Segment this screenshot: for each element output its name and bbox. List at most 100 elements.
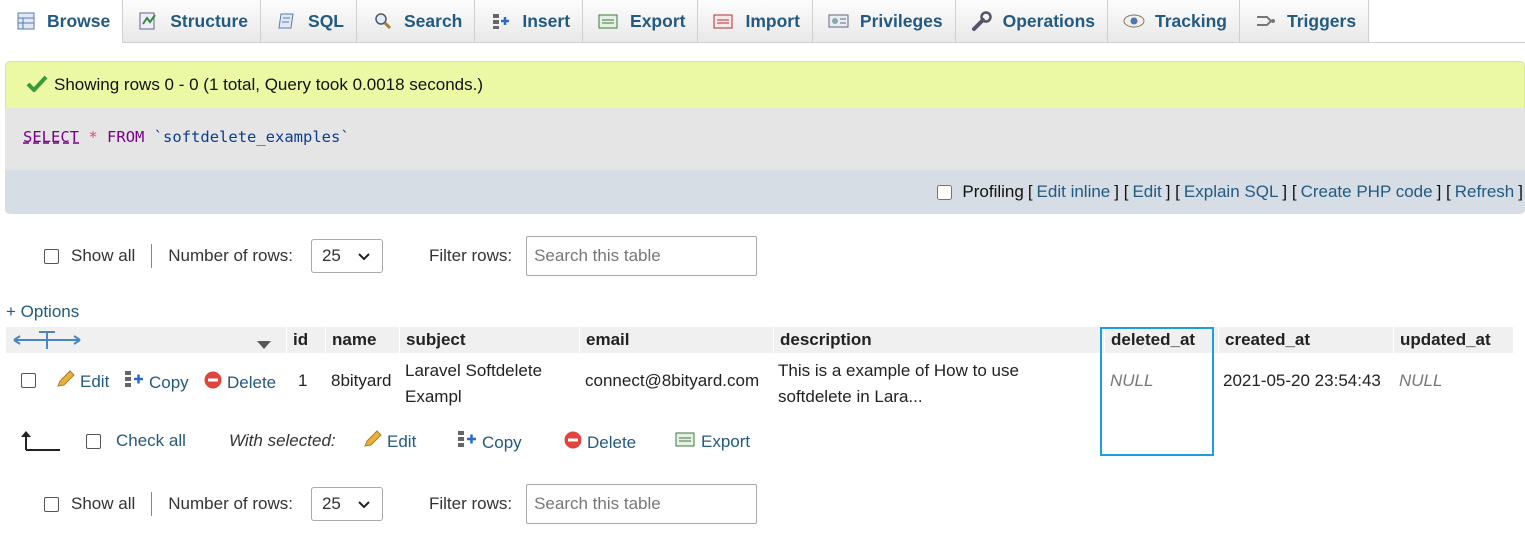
row-delete-button[interactable]: Delete	[203, 370, 276, 395]
sql-select-keyword[interactable]: SELECT	[23, 128, 79, 146]
tab-label: Search	[404, 10, 463, 31]
cell-description-line1: This is a example of How to use	[778, 361, 1019, 380]
row-copy-button[interactable]: Copy	[123, 370, 189, 395]
cell-description-line2: softdelete in Lara...	[778, 387, 923, 406]
browse-icon	[15, 11, 37, 31]
column-header-id[interactable]: id	[286, 327, 325, 353]
filter-rows-label: Filter rows:	[428, 494, 513, 513]
tab-privileges[interactable]: Privileges	[812, 0, 956, 43]
navigation-row-top: Show all Number of rows: 25 Filter rows:	[0, 236, 800, 276]
sql-from-keyword: FROM	[107, 128, 145, 146]
options-link[interactable]: + Options	[6, 302, 79, 322]
edit-inline-link[interactable]: Edit inline	[1037, 182, 1111, 202]
tab-label: Insert	[522, 10, 571, 31]
row-edit-label: Edit	[80, 371, 110, 391]
tab-browse[interactable]: Browse	[0, 0, 124, 43]
row-copy-label: Copy	[149, 372, 189, 392]
navigation-row-bottom: Show all Number of rows: 25 Filter rows:	[0, 484, 800, 524]
cell-id[interactable]: 1	[298, 371, 307, 391]
rows-label: Number of rows:	[168, 494, 293, 513]
filter-rows-label: Filter rows:	[428, 246, 513, 265]
show-all-checkbox[interactable]	[44, 248, 59, 264]
message-text: Showing rows 0 - 0 (1 total, Query took …	[54, 75, 484, 94]
edit-link[interactable]: Edit	[1132, 182, 1161, 202]
top-tabs: Browse Structure SQL Search Insert Expor…	[0, 0, 1525, 43]
privileges-icon	[828, 11, 850, 31]
tab-tracking[interactable]: Tracking	[1108, 0, 1240, 43]
bulk-edit-button[interactable]: Edit	[363, 430, 416, 453]
bulk-actions-row: Check all With selected: Edit Copy Delet…	[0, 428, 800, 454]
column-header-name[interactable]: name	[325, 327, 399, 353]
column-resize-arrows-icon[interactable]	[12, 329, 82, 356]
refresh-link[interactable]: Refresh	[1455, 182, 1515, 202]
chevron-down-icon	[358, 246, 370, 266]
rows-select-bottom[interactable]: 25	[310, 487, 383, 521]
delete-icon	[563, 430, 583, 455]
bulk-copy-button[interactable]: Copy	[456, 430, 522, 455]
profiling-checkbox[interactable]	[937, 184, 953, 200]
tab-sql[interactable]: SQL	[261, 0, 357, 43]
tab-search[interactable]: Search	[357, 0, 476, 43]
sql-table-name: `softdelete_examples`	[153, 128, 350, 146]
cell-email[interactable]: connect@8bityard.com	[585, 371, 759, 391]
row-edit-button[interactable]: Edit	[56, 370, 109, 393]
tab-insert[interactable]: Insert	[475, 0, 584, 43]
explain-sql-link[interactable]: Explain SQL	[1184, 182, 1279, 202]
sql-icon	[276, 11, 298, 31]
tab-triggers[interactable]: Triggers	[1240, 0, 1370, 43]
sort-dropdown-icon[interactable]	[256, 335, 272, 355]
create-php-code-link[interactable]: Create PHP code	[1301, 182, 1433, 202]
tab-label: Triggers	[1287, 10, 1357, 31]
column-header-description[interactable]: description	[773, 327, 1104, 353]
filter-rows-input[interactable]	[526, 236, 758, 276]
filter-rows-input-bottom[interactable]	[526, 484, 758, 524]
tab-label: Structure	[170, 10, 249, 31]
show-all-label: Show all	[71, 246, 136, 265]
triggers-icon	[1255, 11, 1277, 31]
insert-icon	[490, 11, 512, 31]
arrow-left-up-icon	[20, 428, 62, 457]
rows-select-value: 25	[321, 246, 341, 265]
column-header-subject[interactable]: subject	[399, 327, 579, 353]
rows-label: Number of rows:	[168, 246, 293, 265]
cell-subject-line2: Exampl	[405, 387, 462, 406]
wrench-icon	[971, 11, 993, 31]
check-all-link[interactable]: Check all	[116, 431, 186, 451]
cell-created-at[interactable]: 2021-05-20 23:54:43	[1223, 371, 1381, 391]
profiling-label: Profiling	[962, 182, 1024, 201]
deleted-at-column-highlight	[1100, 327, 1214, 456]
column-header-updated-at[interactable]: updated_at	[1393, 327, 1513, 353]
cell-updated-at[interactable]: NULL	[1399, 371, 1442, 391]
bulk-delete-label: Delete	[587, 432, 637, 452]
tab-bar-filler	[1369, 0, 1525, 43]
cell-description[interactable]: This is a example of How to use softdele…	[778, 358, 1019, 410]
rows-select[interactable]: 25	[310, 239, 383, 273]
column-header-email[interactable]: email	[579, 327, 773, 353]
tab-label: Export	[630, 10, 686, 31]
tab-operations[interactable]: Operations	[955, 0, 1109, 43]
bulk-delete-button[interactable]: Delete	[563, 430, 636, 455]
cell-subject[interactable]: Laravel Softdelete Exampl	[405, 358, 542, 410]
table-header: id name subject email description delete…	[6, 327, 1513, 353]
tab-label: Privileges	[859, 10, 943, 31]
chevron-down-icon	[358, 494, 370, 514]
show-all-checkbox-bottom[interactable]	[44, 496, 59, 512]
tab-export[interactable]: Export	[583, 0, 699, 43]
sql-query-box: SELECT * FROM `softdelete_examples`	[5, 108, 1525, 170]
tab-import[interactable]: Import	[698, 0, 813, 43]
row-checkbox[interactable]	[21, 373, 36, 388]
export-icon	[598, 11, 620, 31]
eye-icon	[1123, 11, 1145, 31]
check-all-checkbox[interactable]	[86, 434, 101, 449]
tab-structure[interactable]: Structure	[123, 0, 262, 43]
cell-name[interactable]: 8bityard	[331, 371, 391, 391]
pencil-icon	[363, 430, 383, 453]
table-row: Edit Copy Delete 1 8bityard Laravel Soft…	[6, 354, 1513, 408]
delete-icon	[203, 370, 223, 395]
query-actions-bar: Profiling [Edit inline] [ Edit] [ Explai…	[5, 170, 1525, 214]
rows-select-value: 25	[321, 494, 341, 513]
show-all-label: Show all	[71, 494, 136, 513]
structure-icon	[138, 11, 160, 31]
column-header-created-at[interactable]: created_at	[1218, 327, 1393, 353]
bulk-export-button[interactable]: Export	[675, 430, 750, 453]
